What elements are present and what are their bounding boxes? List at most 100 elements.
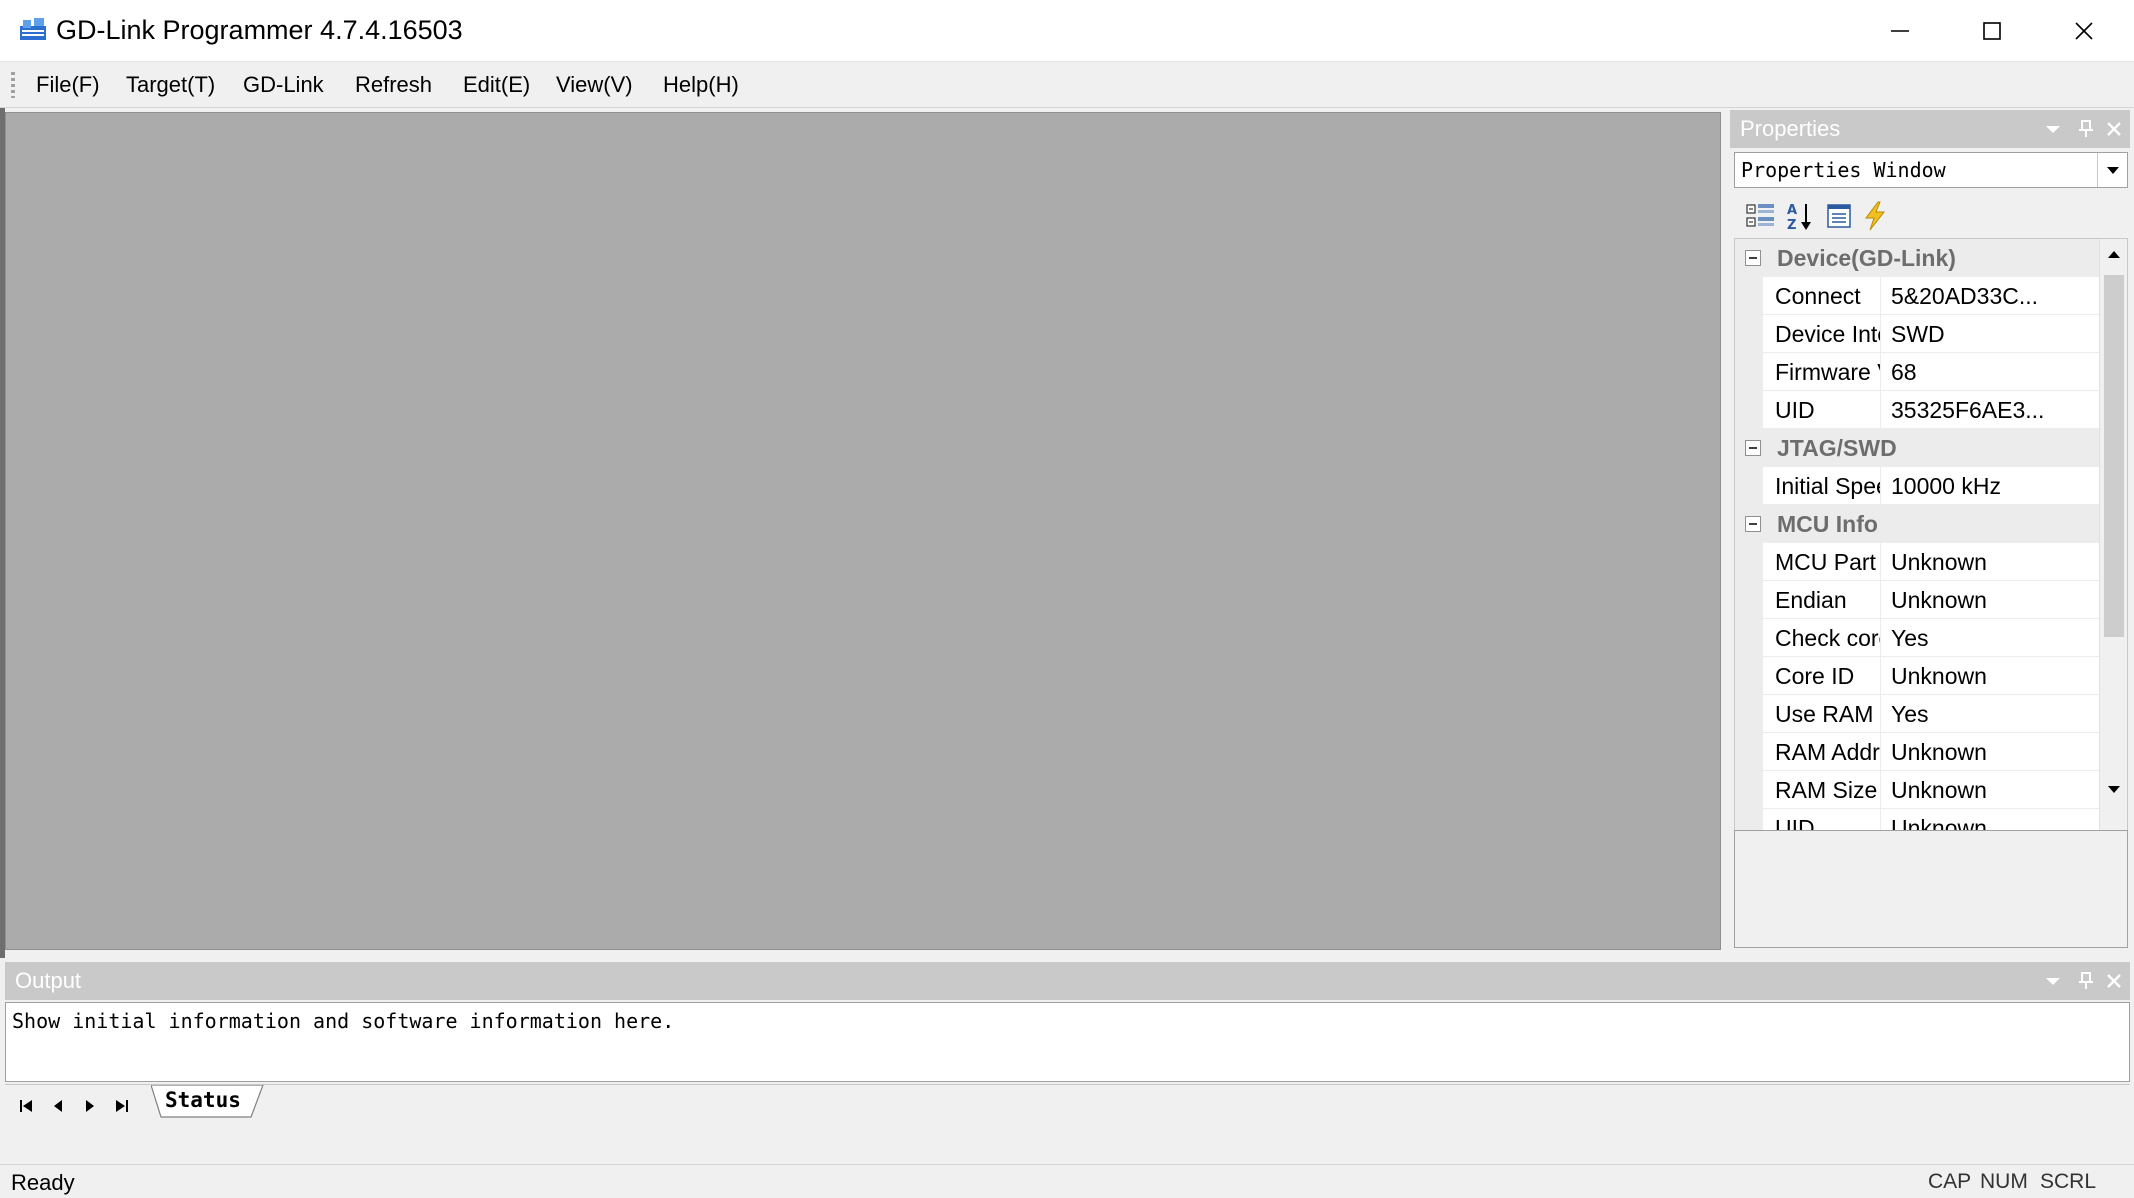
property-row-gutter — [1735, 353, 1763, 391]
property-row[interactable]: RAM AddressUnknown — [1735, 733, 2099, 771]
property-category-label: MCU Info — [1777, 511, 1878, 537]
maximize-icon — [1983, 22, 2001, 40]
scroll-down-icon — [2108, 786, 2120, 793]
scroll-down-button[interactable] — [2100, 775, 2127, 805]
property-row[interactable]: Core ID Unknown — [1735, 657, 2099, 695]
property-description — [1734, 830, 2128, 948]
menu-view[interactable]: View(V) — [556, 70, 633, 100]
mdi-workspace[interactable] — [5, 112, 1721, 950]
property-value[interactable]: 10000 kHz — [1881, 467, 2099, 505]
property-row[interactable]: Initial Speed10000 kHz — [1735, 467, 2099, 505]
status-bar: Ready CAP NUM SCRL — [0, 1164, 2134, 1198]
properties-header: Properties — [1730, 110, 2130, 148]
pin-icon[interactable] — [2075, 118, 2097, 140]
categorized-icon[interactable] — [1744, 200, 1778, 232]
num-indicator: NUM — [1980, 1170, 2028, 1193]
object-selector-value: Properties Window — [1741, 158, 1946, 182]
alphabetical-sort-icon[interactable]: A Z — [1784, 200, 1818, 232]
menu-grip[interactable] — [11, 72, 15, 98]
close-button[interactable] — [2038, 0, 2130, 62]
property-value[interactable]: 5&20AD33C... — [1881, 277, 2099, 315]
property-row-gutter — [1735, 277, 1763, 315]
property-pages-icon[interactable] — [1822, 200, 1856, 232]
properties-toolbar: A Z — [1734, 194, 2128, 236]
property-value[interactable]: SWD — [1881, 315, 2099, 353]
property-value[interactable]: Yes — [1881, 695, 2099, 733]
pane-close-icon[interactable] — [2103, 970, 2125, 992]
property-value[interactable]: Unknown — [1881, 543, 2099, 581]
object-selector-dropdown[interactable] — [2097, 153, 2127, 187]
property-value[interactable]: Unknown — [1881, 657, 2099, 695]
properties-pane: Properties Properties Window A Z Device(… — [1730, 110, 2130, 952]
maximize-button[interactable] — [1946, 0, 2038, 62]
property-row-gutter — [1735, 619, 1763, 657]
svg-text:A: A — [1787, 203, 1797, 218]
property-category[interactable]: MCU Info — [1735, 505, 2099, 543]
collapse-icon[interactable] — [1745, 516, 1761, 532]
scrl-indicator: SCRL — [2040, 1170, 2097, 1193]
property-name: RAM Address — [1763, 733, 1881, 771]
output-pane: Output Show initial information and soft… — [5, 962, 2130, 1164]
tab-status[interactable]: Status — [151, 1085, 269, 1119]
property-name: UID — [1763, 391, 1881, 429]
property-value[interactable]: 68 — [1881, 353, 2099, 391]
scroll-up-icon — [2108, 251, 2120, 258]
property-value[interactable]: 35325F6AE3... — [1881, 391, 2099, 429]
property-row[interactable]: MCU Part No.Unknown — [1735, 543, 2099, 581]
property-value[interactable]: Unknown — [1881, 733, 2099, 771]
property-name: Firmware Ve... — [1763, 353, 1881, 391]
properties-title: Properties — [1740, 116, 1841, 141]
menu-file[interactable]: File(F) — [36, 70, 100, 100]
menu-gd-link[interactable]: GD-Link — [243, 70, 324, 100]
pane-menu-icon[interactable] — [2042, 970, 2064, 992]
property-category[interactable]: JTAG/SWD — [1735, 429, 2099, 467]
property-row[interactable]: Device Inter...SWD — [1735, 315, 2099, 353]
property-row[interactable]: Firmware Ve...68 — [1735, 353, 2099, 391]
pin-icon[interactable] — [2075, 970, 2097, 992]
property-value[interactable]: Unknown — [1881, 581, 2099, 619]
app-icon — [20, 18, 46, 40]
close-icon — [2075, 22, 2093, 40]
property-grid-scrollbar[interactable] — [2099, 239, 2127, 933]
collapse-icon[interactable] — [1745, 250, 1761, 266]
menu-bar: File(F) Target(T) GD-Link Refresh Edit(E… — [0, 62, 2134, 108]
property-name: Connect — [1763, 277, 1881, 315]
property-row[interactable]: UID 35325F6AE3... — [1735, 391, 2099, 429]
object-selector[interactable]: Properties Window — [1734, 152, 2128, 188]
collapse-icon[interactable] — [1745, 440, 1761, 456]
menu-edit[interactable]: Edit(E) — [463, 70, 530, 100]
menu-help[interactable]: Help(H) — [663, 70, 739, 100]
property-row[interactable]: Connect 5&20AD33C... — [1735, 277, 2099, 315]
scroll-up-button[interactable] — [2100, 239, 2127, 269]
property-row[interactable]: Use RAM Yes — [1735, 695, 2099, 733]
first-tab-icon[interactable] — [15, 1095, 37, 1117]
previous-tab-icon[interactable] — [47, 1095, 69, 1117]
svg-text:Z: Z — [1787, 218, 1796, 232]
minimize-button[interactable] — [1854, 0, 1946, 62]
property-name: Endian — [1763, 581, 1881, 619]
pane-menu-icon[interactable] — [2042, 118, 2064, 140]
pane-close-icon[interactable] — [2103, 118, 2125, 140]
menu-refresh[interactable]: Refresh — [355, 70, 432, 100]
output-text-area[interactable]: Show initial information and software in… — [5, 1002, 2130, 1082]
property-name: Initial Speed — [1763, 467, 1881, 505]
property-name: Device Inter... — [1763, 315, 1881, 353]
property-row[interactable]: Check core IDYes — [1735, 619, 2099, 657]
scroll-thumb[interactable] — [2104, 275, 2124, 637]
property-name: Core ID — [1763, 657, 1881, 695]
property-row[interactable]: RAM Size Unknown — [1735, 771, 2099, 809]
next-tab-icon[interactable] — [79, 1095, 101, 1117]
property-row-gutter — [1735, 391, 1763, 429]
property-value[interactable]: Yes — [1881, 619, 2099, 657]
property-row-gutter — [1735, 543, 1763, 581]
property-name: MCU Part No. — [1763, 543, 1881, 581]
property-value[interactable]: Unknown — [1881, 771, 2099, 809]
cap-indicator: CAP — [1928, 1170, 1972, 1193]
last-tab-icon[interactable] — [111, 1095, 133, 1117]
menu-target[interactable]: Target(T) — [126, 70, 215, 100]
property-category[interactable]: Device(GD-Link) — [1735, 239, 2099, 277]
tab-status-label: Status — [165, 1088, 241, 1112]
property-row-gutter — [1735, 733, 1763, 771]
property-row[interactable]: Endian Unknown — [1735, 581, 2099, 619]
events-icon[interactable] — [1858, 200, 1892, 232]
